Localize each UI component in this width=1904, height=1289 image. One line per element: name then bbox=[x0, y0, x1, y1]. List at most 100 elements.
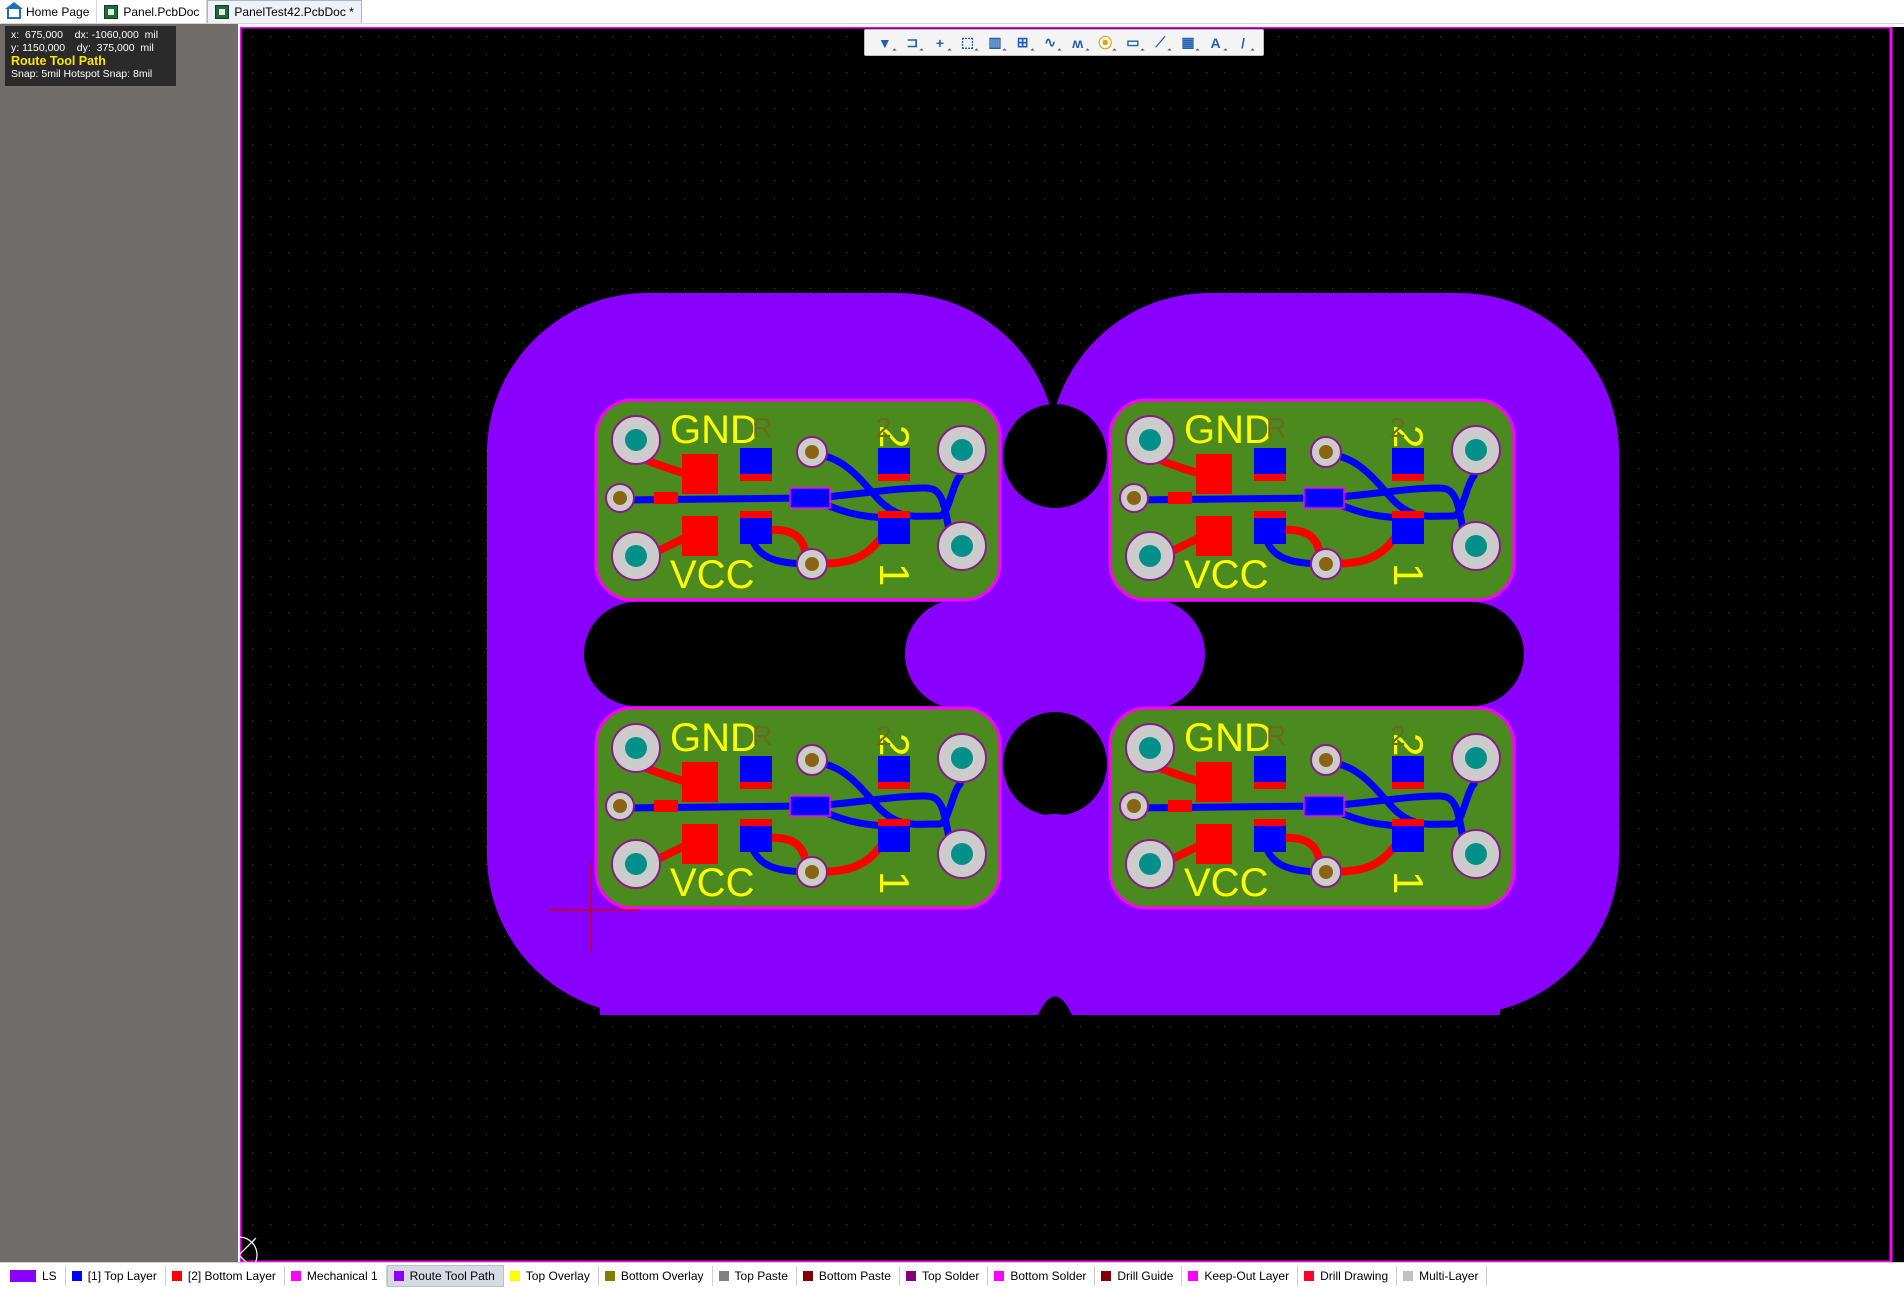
tab-home-page[interactable]: Home Page bbox=[0, 0, 98, 23]
layer-tab-label: [2] Bottom Layer bbox=[187, 1269, 276, 1283]
place-component-icon[interactable]: ⊞ bbox=[1012, 33, 1034, 53]
silk-pin-1: 1 bbox=[1385, 563, 1432, 586]
layer-color-swatch bbox=[171, 1271, 182, 1281]
bottom-overlay-ref: 2 bbox=[876, 720, 892, 751]
layer-tab-label: Bottom Paste bbox=[818, 1269, 891, 1283]
hud-snap-info: Snap: 5mil Hotspot Snap: 8mil bbox=[11, 68, 153, 80]
hud-coordinates-x: x: 675,000 dx: -1060,000 mil bbox=[11, 29, 159, 41]
hud-coordinates-y: y: 1150,000 dy: 375,000 mil bbox=[11, 41, 154, 54]
place-line-icon[interactable]: ⟋ bbox=[1149, 33, 1171, 53]
layer-tab-label: Top Overlay bbox=[525, 1269, 590, 1283]
route-icon[interactable]: ∿ bbox=[1039, 33, 1061, 53]
filter-icon[interactable]: ▼ bbox=[874, 33, 896, 53]
layer-color-swatch bbox=[1304, 1271, 1315, 1281]
layer-tab-drill-guide[interactable]: Drill Guide bbox=[1095, 1266, 1183, 1286]
pcb-board-top-right[interactable] bbox=[1110, 400, 1514, 600]
layer-tab-label: Bottom Overlay bbox=[620, 1269, 704, 1283]
active-bar-toolbar: ▼ ⊐ + ⬚ ▥ ⊞ ∿ ʍ ⦿ ▭ ⟋ ▦ A / bbox=[864, 29, 1264, 56]
silk-pin-1: 1 bbox=[871, 871, 918, 894]
document-tab-bar: Home Page Panel.PcbDoc PanelTest42.PcbDo… bbox=[0, 0, 1904, 24]
layer-tab-bar: LS [1] Top Layer [2] Bottom Layer Mechanica… bbox=[0, 1262, 1904, 1289]
place-polygon-icon[interactable]: ▭ bbox=[1122, 33, 1144, 53]
layer-tab-label: Top Solder bbox=[921, 1269, 980, 1283]
silk-label-vcc: VCC bbox=[670, 553, 754, 597]
silk-pin-1: 1 bbox=[1385, 871, 1432, 894]
layer-tab-1-top-layer[interactable]: [1] Top Layer bbox=[66, 1266, 166, 1286]
bottom-overlay-ref: 2 bbox=[1390, 720, 1406, 751]
layer-tab-mechanical-1[interactable]: Mechanical 1 bbox=[285, 1266, 387, 1286]
layer-tab-label: [1] Top Layer bbox=[87, 1269, 157, 1283]
bottom-overlay-ref: R bbox=[1266, 720, 1286, 751]
select-area-icon[interactable]: ⬚ bbox=[956, 33, 978, 53]
pcb-canvas[interactable]: GND VCC GND VCC GND VCC GND VCC 2 1 2 1 … bbox=[240, 27, 1904, 1262]
place-string-icon[interactable]: A bbox=[1205, 33, 1227, 53]
bottom-overlay-ref: R bbox=[1266, 412, 1286, 443]
silk-label-vcc: VCC bbox=[1184, 553, 1268, 597]
interactive-diff-pair-icon[interactable]: ʍ bbox=[1067, 33, 1089, 53]
layer-color-swatch bbox=[905, 1271, 916, 1281]
layer-tab-label: Multi-Layer bbox=[1419, 1269, 1479, 1283]
pcb-board-bottom-left[interactable] bbox=[596, 708, 1000, 908]
layer-tab-label: Keep-Out Layer bbox=[1204, 1269, 1290, 1283]
workspace-margin bbox=[0, 24, 238, 1262]
place-fill-icon[interactable]: ▦ bbox=[1177, 33, 1199, 53]
pcb-board-top-left[interactable] bbox=[596, 400, 1000, 600]
layer-tab-label: Bottom Solder bbox=[1010, 1269, 1087, 1283]
tab-label: PanelTest42.PcbDoc * bbox=[234, 5, 354, 19]
pcb-board-bottom-right[interactable] bbox=[1110, 708, 1514, 908]
layer-color-swatch bbox=[290, 1271, 301, 1281]
layer-tab-drill-drawing[interactable]: Drill Drawing bbox=[1298, 1266, 1398, 1286]
layer-tab-top-overlay[interactable]: Top Overlay bbox=[504, 1266, 599, 1286]
layer-tab-label: Route Tool Path bbox=[409, 1269, 495, 1283]
layer-tab-label: Top Paste bbox=[734, 1269, 788, 1283]
home-icon bbox=[5, 1, 23, 19]
tab-panel-pcbdoc[interactable]: Panel.PcbDoc bbox=[97, 0, 208, 23]
bottom-overlay-ref: R bbox=[752, 720, 772, 751]
tab-paneltest42-pcbdoc[interactable]: PanelTest42.PcbDoc * bbox=[207, 0, 362, 23]
silk-label-gnd: GND bbox=[670, 716, 759, 760]
tab-label: Panel.PcbDoc bbox=[123, 4, 200, 19]
align-icon[interactable]: ▥ bbox=[984, 33, 1006, 53]
layer-tab-2-bottom-layer[interactable]: [2] Bottom Layer bbox=[166, 1266, 285, 1286]
silk-label-gnd: GND bbox=[670, 408, 759, 452]
layer-color-swatch bbox=[604, 1271, 615, 1281]
layer-tab-bottom-solder[interactable]: Bottom Solder bbox=[988, 1266, 1096, 1286]
layer-color-swatch bbox=[1101, 1271, 1112, 1281]
interactive-connect-icon[interactable]: ⊐ bbox=[901, 33, 923, 53]
pcb-document-icon bbox=[104, 4, 119, 19]
bottom-overlay-ref: R bbox=[752, 412, 772, 443]
layer-tab-label: Drill Guide bbox=[1117, 1269, 1174, 1283]
layer-color-swatch bbox=[393, 1271, 404, 1281]
layer-color-swatch bbox=[71, 1271, 82, 1281]
layer-tab-multi-layer[interactable]: Multi-Layer bbox=[1397, 1266, 1488, 1286]
layer-tab-top-paste[interactable]: Top Paste bbox=[713, 1266, 797, 1286]
layer-tab-label: Drill Drawing bbox=[1320, 1269, 1389, 1283]
layer-color-swatch bbox=[509, 1271, 520, 1281]
bottom-overlay-ref: 2 bbox=[876, 412, 892, 443]
bottom-overlay-ref: 2 bbox=[1390, 412, 1406, 443]
place-cursor-icon[interactable]: + bbox=[929, 33, 951, 53]
layer-color-swatch bbox=[1188, 1271, 1199, 1281]
silk-label-vcc: VCC bbox=[1184, 861, 1268, 905]
layer-tab-ls[interactable]: LS bbox=[4, 1266, 66, 1286]
layer-tab-top-solder[interactable]: Top Solder bbox=[900, 1266, 989, 1286]
tab-label: Home Page bbox=[26, 4, 90, 19]
layer-tab-route-tool-path[interactable]: Route Tool Path bbox=[386, 1265, 504, 1287]
layer-tab-keep-out-layer[interactable]: Keep-Out Layer bbox=[1182, 1266, 1299, 1286]
place-via-icon[interactable]: ⦿ bbox=[1094, 33, 1116, 53]
silk-label-vcc: VCC bbox=[670, 861, 754, 905]
layer-color-swatch bbox=[10, 1270, 36, 1282]
silk-label-gnd: GND bbox=[1184, 408, 1273, 452]
layer-color-swatch bbox=[718, 1271, 729, 1281]
silk-pin-1: 1 bbox=[871, 563, 918, 586]
pcb-document-icon bbox=[215, 5, 230, 19]
layer-tab-bottom-paste[interactable]: Bottom Paste bbox=[797, 1266, 900, 1286]
silk-label-gnd: GND bbox=[1184, 716, 1273, 760]
layer-tab-label: Mechanical 1 bbox=[306, 1269, 378, 1283]
layer-color-swatch bbox=[1403, 1271, 1414, 1281]
place-track-icon[interactable]: / bbox=[1232, 33, 1254, 53]
layer-tab-label: LS bbox=[42, 1269, 57, 1283]
layer-tab-bottom-overlay[interactable]: Bottom Overlay bbox=[599, 1266, 713, 1286]
hud-current-command: Route Tool Path bbox=[11, 54, 106, 68]
layer-color-swatch bbox=[994, 1271, 1005, 1281]
